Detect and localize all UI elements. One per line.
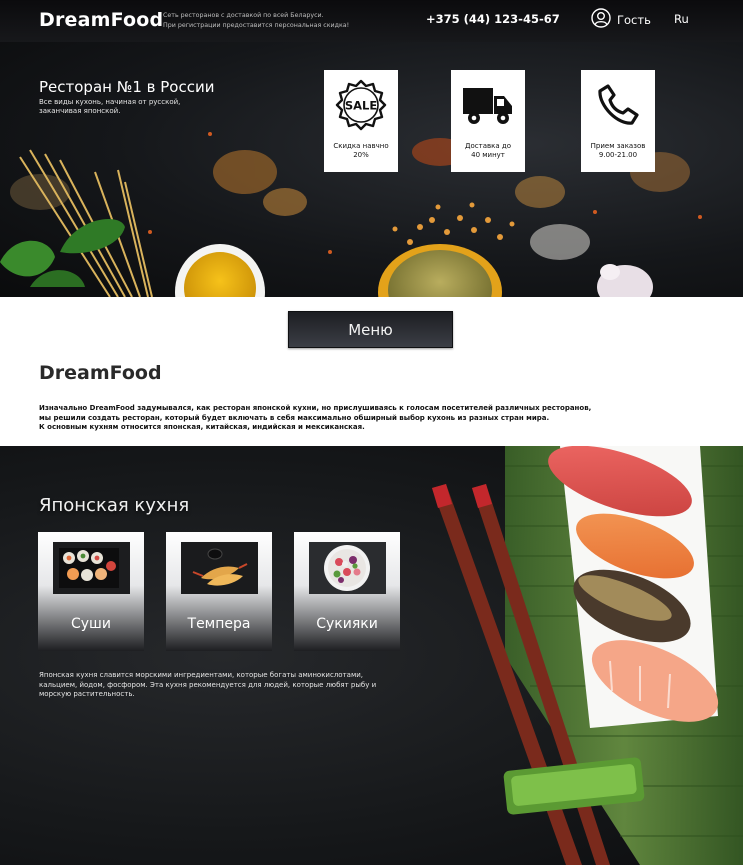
feature-card-discount: SALE Скидка навчно 20% [324, 70, 398, 172]
hero-section: Ресторан №1 в России Все виды кухонь, на… [0, 42, 743, 297]
tagline-line-2: При регистрации предоставится персональн… [163, 22, 350, 29]
caption-line-2: 20% [353, 151, 369, 159]
header-tagline: Сеть ресторанов с доставкой по всей Бела… [163, 11, 373, 31]
user-label: Гость [617, 13, 651, 27]
user-icon [591, 8, 611, 32]
caption-line-2: 40 минут [471, 151, 505, 159]
about-text: Изначально DreamFood задумывался, как ре… [39, 404, 619, 433]
dish-name: Темпера [187, 616, 251, 632]
dish-card-sushi[interactable]: Суши [38, 532, 144, 651]
sukiyaki-photo [309, 542, 386, 594]
sushi-photo [53, 542, 130, 594]
language-selector[interactable]: Ru [674, 12, 689, 26]
feature-card-caption: Скидка навчно 20% [325, 142, 397, 160]
caption-line-2: 9.00-21.00 [598, 151, 638, 159]
caption-line-1: Прием заказов [590, 142, 646, 150]
tempura-photo [181, 542, 258, 594]
about-line-1: Изначально DreamFood задумывался, как ре… [39, 404, 592, 412]
feature-card-delivery: Доставка до 40 минут [451, 70, 525, 172]
about-line-3: К основным кухням относится японская, ки… [39, 423, 365, 431]
user-account-button[interactable]: Гость [591, 8, 651, 32]
dish-name: Суши [71, 616, 111, 632]
caption-line-1: Скидка навчно [333, 142, 389, 150]
menu-button[interactable]: Меню [288, 311, 453, 348]
feature-card-caption: Доставка до 40 минут [452, 142, 524, 160]
japanese-cuisine-section: Японская кухня Суши Темпера Сукияки Япон… [0, 446, 743, 865]
delivery-truck-icon [460, 76, 516, 134]
about-line-2: мы решили создать ресторан, который буде… [39, 413, 550, 422]
sale-badge-text: SALE [345, 99, 378, 113]
hero-title: Ресторан №1 в России [39, 78, 215, 96]
dish-card-sukiyaki[interactable]: Сукияки [294, 532, 400, 651]
header-phone[interactable]: +375 (44) 123-45-67 [426, 12, 560, 26]
dish-name: Сукияки [316, 616, 378, 632]
dish-card-tempura[interactable]: Темпера [166, 532, 272, 651]
hero-subtitle: Все виды кухонь, начиная от русской, зак… [39, 98, 181, 115]
sale-badge-icon: SALE [333, 76, 389, 134]
cuisine-description: Японская кухня славится морскими ингреди… [39, 671, 377, 698]
caption-line-1: Доставка до [465, 142, 511, 150]
about-title: DreamFood [39, 362, 162, 384]
cuisine-title: Японская кухня [39, 495, 190, 516]
feature-card-caption: Прием заказов 9.00-21.00 [582, 142, 654, 160]
tagline-line-1: Сеть ресторанов с доставкой по всей Бела… [163, 12, 324, 19]
phone-handset-icon [590, 76, 646, 134]
feature-card-orders: Прием заказов 9.00-21.00 [581, 70, 655, 172]
site-logo[interactable]: DreamFood [39, 9, 163, 31]
site-header: DreamFood Сеть ресторанов с доставкой по… [0, 0, 743, 42]
